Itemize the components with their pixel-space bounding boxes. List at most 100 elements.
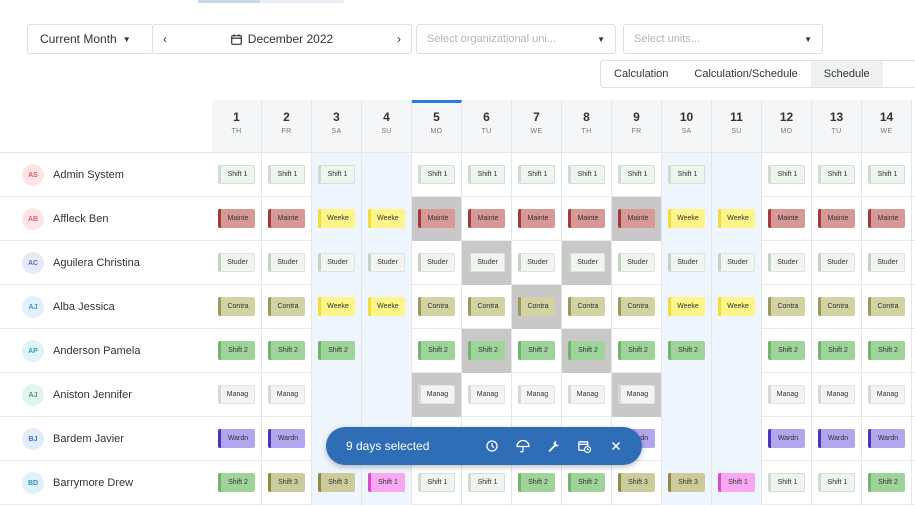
shift-chip[interactable]: Wardn — [768, 429, 805, 448]
employee-cell[interactable]: AJ Aniston Jennifer — [22, 373, 132, 417]
shift-chip[interactable]: Shift 1 — [468, 165, 505, 184]
wrench-icon[interactable] — [538, 427, 569, 465]
schedule-cell[interactable]: Shift 3 — [612, 461, 662, 505]
schedule-cell[interactable]: Studer — [212, 241, 262, 285]
shift-chip[interactable]: Shift 3 — [318, 473, 355, 492]
schedule-cell[interactable]: Shift 2 — [812, 329, 862, 373]
shift-chip[interactable]: Studer — [418, 253, 455, 272]
schedule-cell[interactable]: Weeke — [362, 197, 412, 241]
mode-calculation-schedule[interactable]: Calculation/Schedule — [681, 61, 810, 87]
shift-chip[interactable]: Mainte — [818, 209, 855, 228]
shift-chip[interactable]: Studer — [668, 253, 705, 272]
day-header[interactable]: 14 WE — [862, 100, 912, 153]
schedule-cell[interactable]: Contra — [862, 285, 912, 329]
shift-chip[interactable]: Studer — [718, 253, 755, 272]
schedule-cell[interactable] — [712, 373, 762, 417]
shift-chip[interactable]: Shift 2 — [868, 473, 905, 492]
schedule-cell[interactable]: Shift 3 — [312, 461, 362, 505]
schedule-cell[interactable]: Studer — [262, 241, 312, 285]
schedule-cell[interactable]: Shift 2 — [462, 329, 512, 373]
schedule-cell[interactable] — [662, 417, 712, 461]
schedule-cell[interactable]: Studer — [612, 241, 662, 285]
schedule-cell[interactable]: Shift 2 — [862, 329, 912, 373]
schedule-cell[interactable] — [362, 373, 412, 417]
schedule-cell[interactable]: Manag — [562, 373, 612, 417]
schedule-cell[interactable]: Manag — [512, 373, 562, 417]
shift-chip[interactable]: Studer — [768, 253, 805, 272]
day-header[interactable]: 8 TH — [562, 100, 612, 153]
schedule-cell[interactable]: Studer — [512, 241, 562, 285]
shift-chip[interactable]: Studer — [818, 253, 855, 272]
calendar-clock-icon[interactable] — [569, 427, 600, 465]
shift-chip[interactable]: Shift 1 — [268, 165, 305, 184]
schedule-cell[interactable]: Wardn — [812, 417, 862, 461]
schedule-cell[interactable] — [362, 153, 412, 197]
shift-chip[interactable]: Weeke — [668, 297, 705, 316]
shift-chip[interactable]: Shift 1 — [668, 165, 705, 184]
schedule-cell[interactable]: Mainte — [262, 197, 312, 241]
schedule-cell[interactable] — [712, 417, 762, 461]
shift-chip[interactable]: Mainte — [868, 209, 905, 228]
schedule-cell[interactable] — [712, 153, 762, 197]
shift-chip[interactable]: Shift 1 — [218, 165, 255, 184]
shift-chip[interactable]: Contra — [568, 297, 605, 316]
schedule-cell[interactable]: Weeke — [312, 197, 362, 241]
schedule-cell[interactable]: Shift 1 — [662, 153, 712, 197]
schedule-cell[interactable] — [662, 373, 712, 417]
schedule-cell[interactable]: Contra — [562, 285, 612, 329]
schedule-cell[interactable]: Mainte — [512, 197, 562, 241]
schedule-cell[interactable]: Shift 2 — [412, 329, 462, 373]
schedule-cell[interactable]: Mainte — [762, 197, 812, 241]
schedule-cell[interactable]: Shift 1 — [562, 153, 612, 197]
schedule-cell[interactable] — [362, 329, 412, 373]
schedule-cell[interactable]: Manag — [762, 373, 812, 417]
shift-chip[interactable]: Studer — [318, 253, 355, 272]
shift-chip[interactable]: Studer — [368, 253, 405, 272]
shift-chip[interactable]: Manag — [218, 385, 255, 404]
employee-cell[interactable]: AB Affleck Ben — [22, 197, 108, 241]
schedule-cell[interactable]: Wardn — [762, 417, 812, 461]
shift-chip[interactable]: Contra — [418, 297, 455, 316]
shift-chip[interactable]: Contra — [268, 297, 305, 316]
day-header[interactable]: 11 SU — [712, 100, 762, 153]
shift-chip[interactable]: Weeke — [318, 297, 355, 316]
shift-chip[interactable]: Shift 2 — [818, 341, 855, 360]
shift-chip[interactable]: Studer — [268, 253, 305, 272]
shift-chip[interactable]: Manag — [768, 385, 805, 404]
schedule-cell[interactable]: Wardn — [262, 417, 312, 461]
shift-chip[interactable]: Contra — [218, 297, 255, 316]
shift-chip[interactable]: Mainte — [568, 209, 605, 228]
shift-chip[interactable]: Shift 3 — [618, 473, 655, 492]
shift-chip[interactable]: Wardn — [868, 429, 905, 448]
shift-chip[interactable]: Wardn — [218, 429, 255, 448]
employee-cell[interactable]: AS Admin System — [22, 153, 124, 197]
schedule-cell[interactable]: Contra — [262, 285, 312, 329]
shift-chip[interactable]: Shift 2 — [268, 341, 305, 360]
schedule-cell[interactable]: Studer — [762, 241, 812, 285]
shift-chip[interactable]: Manag — [468, 385, 505, 404]
shift-chip[interactable]: Mainte — [768, 209, 805, 228]
shift-chip[interactable]: Weeke — [718, 209, 755, 228]
shift-chip[interactable]: Mainte — [618, 209, 655, 228]
shift-chip[interactable]: Wardn — [818, 429, 855, 448]
shift-chip[interactable]: Shift 2 — [568, 473, 605, 492]
shift-chip[interactable]: Contra — [468, 297, 505, 316]
schedule-cell[interactable] — [312, 373, 362, 417]
schedule-cell[interactable]: Weeke — [662, 197, 712, 241]
schedule-cell[interactable]: Contra — [462, 285, 512, 329]
shift-chip[interactable]: Weeke — [368, 297, 405, 316]
schedule-cell[interactable]: Shift 1 — [862, 153, 912, 197]
schedule-cell[interactable]: Mainte — [612, 197, 662, 241]
shift-chip[interactable]: Shift 3 — [268, 473, 305, 492]
period-dropdown[interactable]: Current Month ▼ — [27, 24, 153, 54]
schedule-cell[interactable]: Contra — [612, 285, 662, 329]
shift-chip[interactable]: Shift 2 — [218, 473, 255, 492]
schedule-cell[interactable]: Shift 2 — [312, 329, 362, 373]
shift-chip[interactable]: Shift 2 — [518, 341, 555, 360]
schedule-cell[interactable]: Studer — [662, 241, 712, 285]
schedule-cell[interactable]: Shift 2 — [612, 329, 662, 373]
shift-chip[interactable]: Shift 2 — [418, 341, 455, 360]
shift-chip[interactable]: Weeke — [318, 209, 355, 228]
shift-chip[interactable]: Mainte — [468, 209, 505, 228]
day-header[interactable]: 7 WE — [512, 100, 562, 153]
